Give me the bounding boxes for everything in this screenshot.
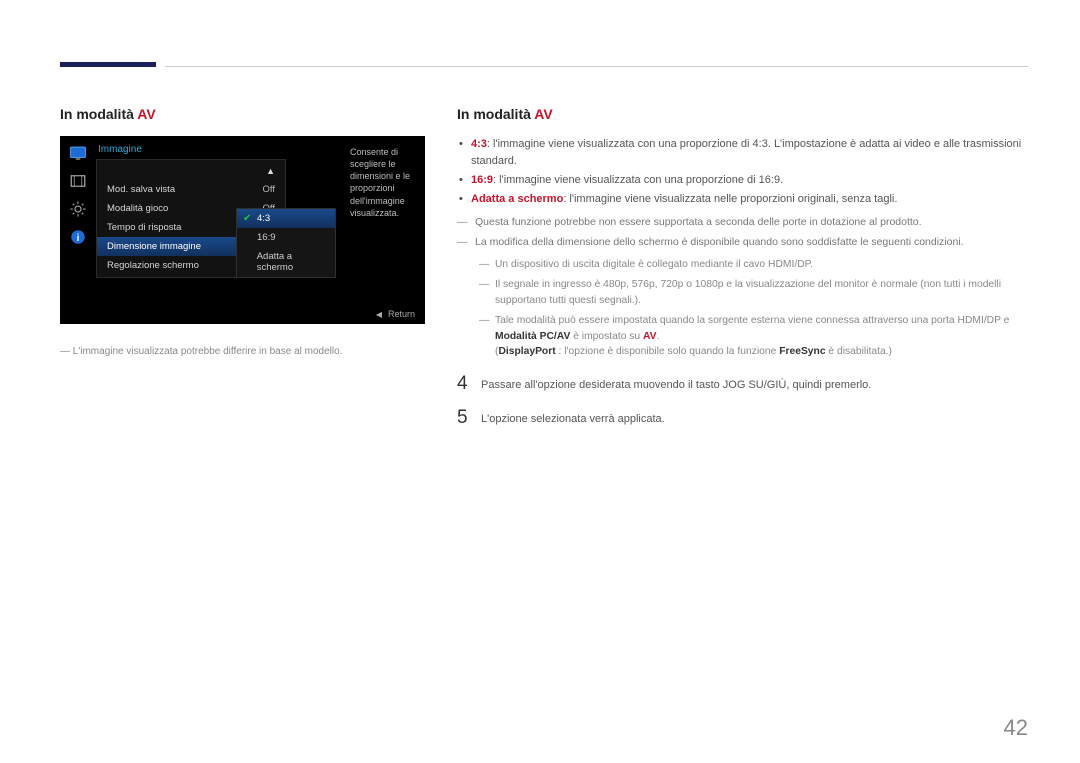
osd-row-header: ▲ <box>97 162 285 180</box>
osd-sidebar: i <box>68 144 94 246</box>
step-4: 4 Passare all'opzione desiderata muovend… <box>457 374 1028 394</box>
heading-prefix: In modalità <box>60 106 137 122</box>
step-text: Passare all'opzione desiderata muovendo … <box>481 374 871 394</box>
step-number: 5 <box>457 408 481 428</box>
nested-3: Tale modalità può essere impostata quand… <box>469 313 1028 361</box>
heading-em: AV <box>534 106 552 122</box>
osd-label: Mod. salva vista <box>107 184 175 195</box>
accent-bar <box>60 62 156 67</box>
osd-value: Off <box>263 184 276 195</box>
osd-title: Immagine <box>96 142 384 159</box>
page-number: 42 <box>1004 715 1028 741</box>
step-number: 4 <box>457 374 481 394</box>
nested-dash-list: Un dispositivo di uscita digitale è coll… <box>457 257 1028 361</box>
nested-2: Il segnale in ingresso è 480p, 576p, 720… <box>469 277 1028 309</box>
text: . <box>657 331 660 342</box>
osd-footer: ◀ Return <box>376 309 415 319</box>
bullet-1: 4:3: l'immagine viene visualizzata con u… <box>457 136 1028 170</box>
bullet-text: : l'immagine viene visualizzata nelle pr… <box>563 193 897 205</box>
right-column: In modalità AV 4:3: l'immagine viene vis… <box>425 106 1028 441</box>
left-column: In modalità AV i Immagine ▲ Mod. salva v… <box>60 106 425 441</box>
triangle-left-icon: ◀ <box>376 310 382 319</box>
text: : l'opzione è disponibile solo quando la… <box>556 346 780 357</box>
bullet-em: 16:9 <box>471 174 493 186</box>
step-text: L'opzione selezionata verrà applicata. <box>481 408 665 428</box>
film-icon <box>68 172 88 190</box>
bullet-3: Adatta a schermo: l'immagine viene visua… <box>457 191 1028 208</box>
left-footnote: L'immagine visualizzata potrebbe differi… <box>60 346 425 357</box>
header-rule <box>165 66 1028 67</box>
bullet-em: Adatta a schermo <box>471 193 563 205</box>
osd-label: Regolazione schermo <box>107 260 199 271</box>
em: FreeSync <box>779 346 825 357</box>
dash-2: La modifica della dimensione dello scher… <box>457 234 1028 250</box>
steps: 4 Passare all'opzione desiderata muovend… <box>457 374 1028 427</box>
text: Tale modalità può essere impostata quand… <box>495 315 1009 326</box>
bullet-em: 4:3 <box>471 138 487 150</box>
right-heading: In modalità AV <box>457 106 1028 122</box>
popup-row-2: Adatta a schermo <box>237 247 335 277</box>
em: AV <box>643 331 657 342</box>
gear-icon <box>68 200 88 218</box>
text: è disabilitata.) <box>826 346 892 357</box>
em: Modalità PC/AV <box>495 331 570 342</box>
popup-row-0-selected: ✔ 4:3 <box>237 209 335 228</box>
monitor-icon <box>68 144 88 162</box>
osd-label: Modalità gioco <box>107 203 168 214</box>
bullet-2: 16:9: l'immagine viene visualizzata con … <box>457 172 1028 189</box>
svg-text:i: i <box>77 233 80 244</box>
popup-row-1: 16:9 <box>237 228 335 247</box>
info-icon: i <box>68 228 88 246</box>
popup-label: Adatta a schermo <box>257 251 329 273</box>
arrow-up-icon: ▲ <box>266 166 275 176</box>
return-label: Return <box>388 309 415 319</box>
bullet-text: : l'immagine viene visualizzata con una … <box>471 138 1021 167</box>
left-heading: In modalità AV <box>60 106 425 122</box>
popup-label: 16:9 <box>257 232 276 243</box>
step-5: 5 L'opzione selezionata verrà applicata. <box>457 408 1028 428</box>
osd-row-0: Mod. salva vista Off <box>97 180 285 199</box>
nested-1: Un dispositivo di uscita digitale è coll… <box>469 257 1028 273</box>
check-icon: ✔ <box>243 213 253 224</box>
osd-screenshot: i Immagine ▲ Mod. salva vista Off Modalit… <box>60 136 425 324</box>
osd-label: Dimensione immagine <box>107 241 201 252</box>
em: DisplayPort <box>498 346 555 357</box>
osd-label: Tempo di risposta <box>107 222 181 233</box>
popup-label: 4:3 <box>257 213 270 224</box>
osd-popup: ✔ 4:3 16:9 Adatta a schermo <box>236 208 336 278</box>
dash-list: Questa funzione potrebbe non essere supp… <box>457 214 1028 251</box>
bullet-list: 4:3: l'immagine viene visualizzata con u… <box>457 136 1028 208</box>
osd-help-text: Consente di scegliere le dimensioni e le… <box>350 146 422 219</box>
dash-1: Questa funzione potrebbe non essere supp… <box>457 214 1028 230</box>
heading-prefix: In modalità <box>457 106 534 122</box>
heading-em: AV <box>137 106 155 122</box>
text: è impostato su <box>570 331 643 342</box>
bullet-text: : l'immagine viene visualizzata con una … <box>493 174 783 186</box>
